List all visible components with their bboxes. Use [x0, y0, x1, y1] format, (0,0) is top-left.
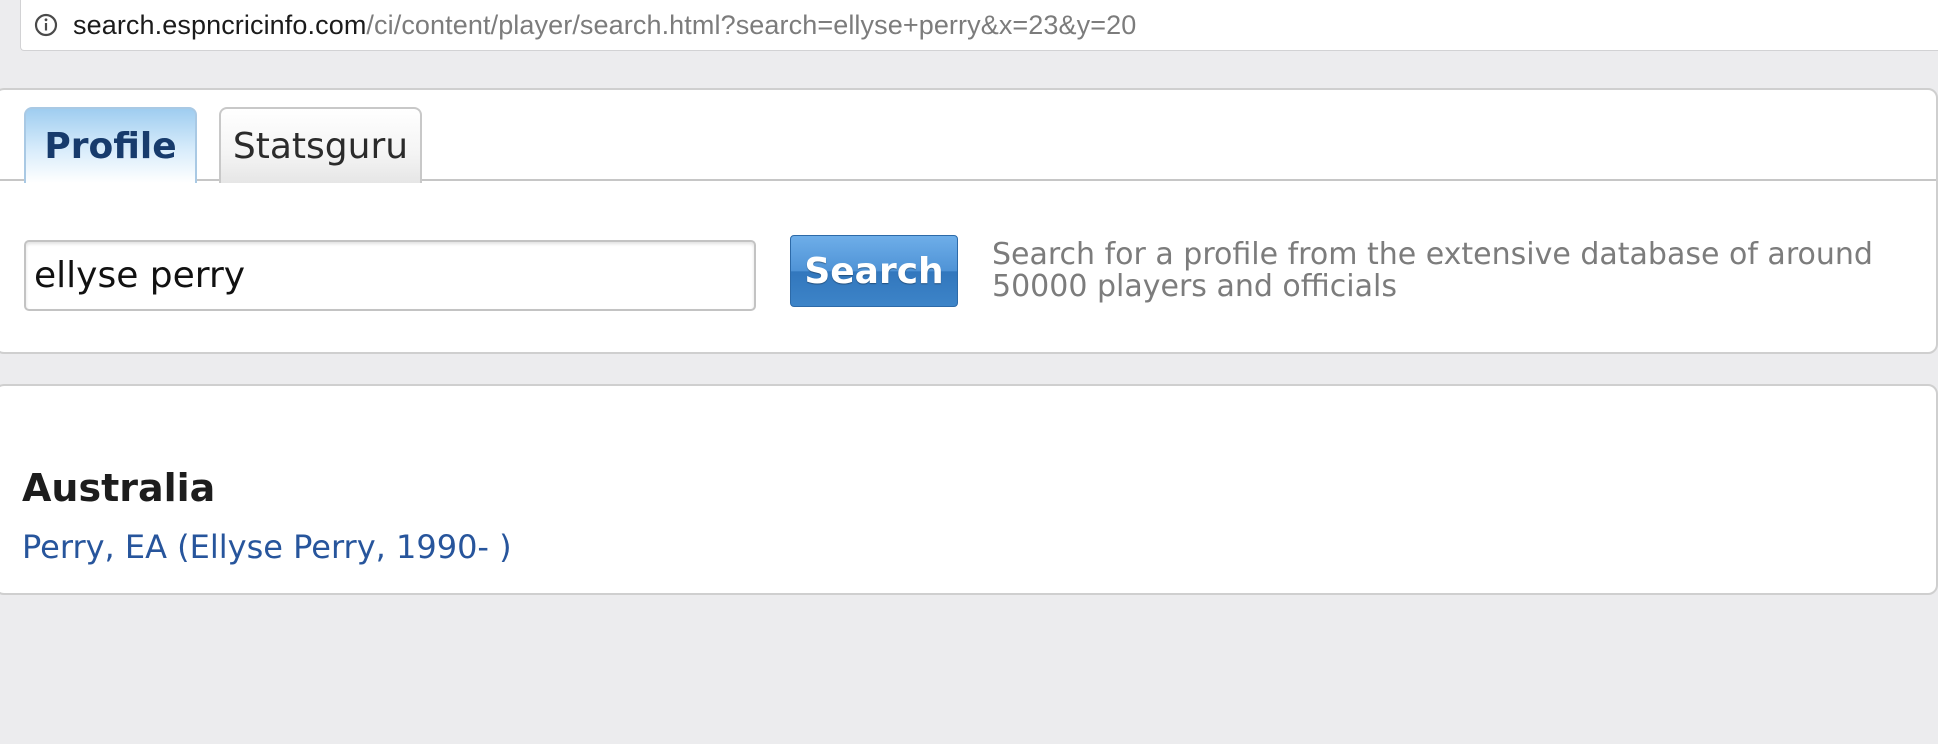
url-text[interactable]: search.espncricinfo.com/ci/content/playe…: [73, 10, 1136, 41]
info-circle-icon[interactable]: [33, 12, 59, 38]
search-input[interactable]: [24, 240, 756, 311]
url-path: /ci/content/player/search.html?search=el…: [366, 9, 1137, 40]
tab-statsguru[interactable]: Statsguru: [219, 107, 422, 183]
player-result-link[interactable]: Perry, EA (Ellyse Perry, 1990- ): [22, 528, 512, 566]
search-help-text: Search for a profile from the extensive …: [992, 237, 1873, 304]
country-heading: Australia: [22, 466, 216, 510]
url-domain: search.espncricinfo.com: [73, 9, 367, 40]
results-panel: Australia Perry, EA (Ellyse Perry, 1990-…: [0, 384, 1938, 595]
address-bar[interactable]: search.espncricinfo.com/ci/content/playe…: [20, 0, 1938, 51]
search-button[interactable]: Search: [790, 235, 958, 307]
tab-profile[interactable]: Profile: [24, 107, 197, 183]
tab-bar: Profile Statsguru: [0, 90, 1936, 183]
search-panel: Profile Statsguru Search Search for a pr…: [0, 88, 1938, 354]
